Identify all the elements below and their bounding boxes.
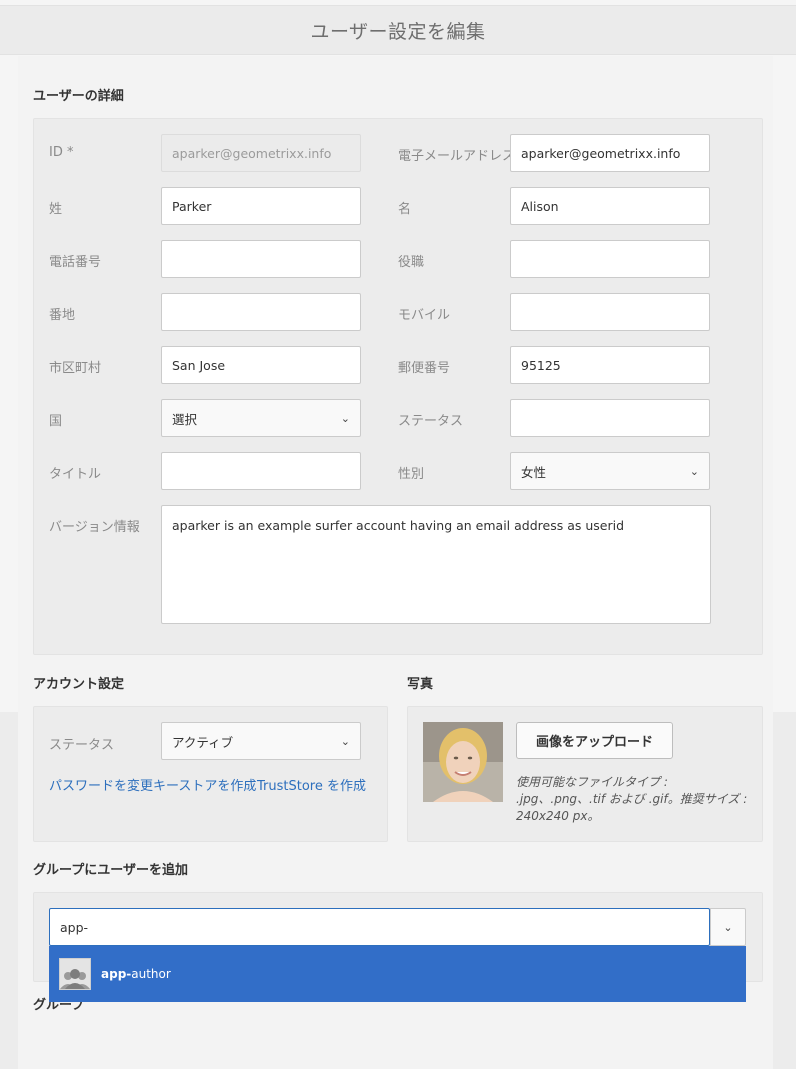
account-settings-heading: アカウント設定 <box>33 677 125 692</box>
street-label: 番地 <box>49 308 76 323</box>
last-name-field[interactable]: Parker <box>161 187 361 225</box>
upload-hint: 使用可能なファイルタイプ : .jpg、.png、.tif および .gif。推… <box>516 775 748 823</box>
page-title: ユーザー設定を編集 <box>310 20 486 43</box>
mobile-field[interactable] <box>510 293 710 331</box>
user-photo <box>423 722 503 802</box>
email-label: 電子メールアドレス <box>398 149 516 164</box>
id-label: ID * <box>49 145 74 160</box>
upload-image-button[interactable]: 画像をアップロード <box>516 722 673 759</box>
create-keystore-link[interactable]: キーストアを作成 <box>153 775 256 794</box>
chevron-down-icon: ⌄ <box>689 464 699 478</box>
id-field: aparker@geometrixx.info <box>161 134 361 172</box>
chevron-down-icon: ⌄ <box>340 411 350 425</box>
group-search-input[interactable]: app- <box>49 908 710 946</box>
group-suggestion-match: app- <box>101 967 132 981</box>
title-field[interactable] <box>161 452 361 490</box>
first-name-field[interactable]: Alison <box>510 187 710 225</box>
country-select-value: 選択 <box>172 411 198 427</box>
page-header: ユーザー設定を編集 <box>0 5 796 55</box>
change-password-link[interactable]: パスワードを変更 <box>49 775 153 794</box>
last-name-label: 姓 <box>49 202 63 217</box>
group-suggestion-rest: author <box>131 967 171 981</box>
group-avatar-icon <box>59 958 91 990</box>
gender-select-value: 女性 <box>521 464 547 480</box>
state-label: ステータス <box>398 414 464 429</box>
state-field[interactable] <box>510 399 710 437</box>
job-title-label: 役職 <box>398 255 425 270</box>
create-truststore-link[interactable]: TrustStore を作成 <box>257 775 366 794</box>
group-suggestion-label: app-author <box>101 967 171 981</box>
city-field[interactable]: San Jose <box>161 346 361 384</box>
about-label: バージョン情報 <box>49 520 140 535</box>
group-suggestion-item[interactable]: app-author <box>49 946 746 1002</box>
account-status-label: ステータス <box>49 738 115 753</box>
email-field[interactable]: aparker@geometrixx.info <box>510 134 710 172</box>
user-details-heading: ユーザーの詳細 <box>33 89 124 104</box>
first-name-label: 名 <box>398 202 412 217</box>
postal-code-field[interactable]: 95125 <box>510 346 710 384</box>
postal-code-label: 郵便番号 <box>398 361 451 376</box>
gender-label: 性別 <box>398 467 425 482</box>
title-label: タイトル <box>49 467 102 482</box>
country-select[interactable]: 選択 ⌄ <box>161 399 361 437</box>
phone-field[interactable] <box>161 240 361 278</box>
photo-heading: 写真 <box>407 677 434 692</box>
group-search-toggle[interactable]: ⌄ <box>710 908 746 946</box>
chevron-down-icon: ⌄ <box>723 920 733 934</box>
job-title-field[interactable] <box>510 240 710 278</box>
about-textarea[interactable]: aparker is an example surfer account hav… <box>161 505 711 624</box>
account-status-value: アクティブ <box>172 734 234 750</box>
account-status-select[interactable]: アクティブ ⌄ <box>161 722 361 760</box>
chevron-down-icon: ⌄ <box>340 734 350 748</box>
gender-select[interactable]: 女性 ⌄ <box>510 452 710 490</box>
add-to-group-heading: グループにユーザーを追加 <box>33 863 188 878</box>
country-label: 国 <box>49 414 63 429</box>
city-label: 市区町村 <box>49 361 102 376</box>
mobile-label: モバイル <box>398 308 451 323</box>
street-field[interactable] <box>161 293 361 331</box>
phone-label: 電話番号 <box>49 255 102 270</box>
